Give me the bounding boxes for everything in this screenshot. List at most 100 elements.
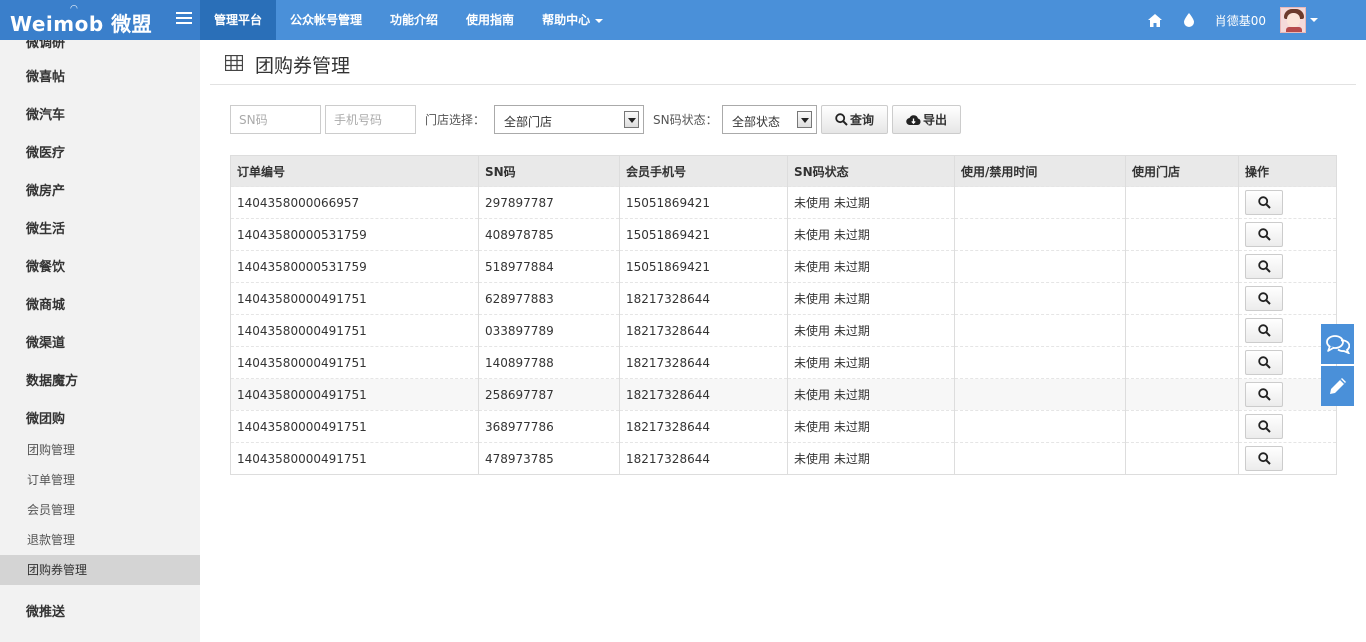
cell-status: 未使用 未过期 xyxy=(787,410,955,443)
query-button-label: 查询 xyxy=(849,113,874,127)
edit-float-button[interactable] xyxy=(1321,366,1354,406)
export-button[interactable]: 导出 xyxy=(892,105,961,134)
cell-sn: 408978785 xyxy=(478,218,620,251)
cell-phone: 18217328644 xyxy=(619,282,788,315)
sidebar-item-realestate[interactable]: 微房产 xyxy=(0,173,200,211)
avatar[interactable] xyxy=(1280,7,1306,33)
cell-store xyxy=(1125,250,1239,283)
col-header-time: 使用/禁用时间 xyxy=(954,155,1126,187)
search-icon xyxy=(1257,388,1271,401)
view-button[interactable] xyxy=(1245,222,1283,247)
cell-time xyxy=(954,218,1126,251)
query-button[interactable]: 查询 xyxy=(821,105,888,134)
sidebar-item-channel[interactable]: 微渠道 xyxy=(0,325,200,363)
cell-action xyxy=(1238,410,1337,443)
chat-icon xyxy=(1325,335,1350,354)
cell-phone: 18217328644 xyxy=(619,378,788,411)
nav-item-help[interactable]: 帮助中心 xyxy=(528,0,617,40)
nav-item-accounts[interactable]: 公众帐号管理 xyxy=(276,0,376,40)
sidebar-item-car[interactable]: 微汽车 xyxy=(0,97,200,135)
nav-item-platform[interactable]: 管理平台 xyxy=(200,0,277,40)
table-row: 14043580000491751 140897788 18217328644 未使用… xyxy=(230,346,1337,379)
sidebar-item-wedding[interactable]: 微喜帖 xyxy=(0,59,200,97)
sidebar-item-push[interactable]: 微推送 xyxy=(0,594,200,632)
cell-time xyxy=(954,378,1126,411)
cell-order: 14043580000491751 xyxy=(230,378,479,411)
drop-icon[interactable] xyxy=(1183,13,1194,27)
top-navbar: Weimob 微盟 ◠ 管理平台 公众帐号管理 功能介绍 使用指南 帮助中心 肖… xyxy=(0,0,1366,40)
search-icon xyxy=(835,113,848,126)
chevron-down-icon[interactable] xyxy=(1310,18,1318,22)
pencil-icon xyxy=(1329,378,1346,394)
cell-action xyxy=(1238,442,1337,475)
cell-order: 14043580000491751 xyxy=(230,314,479,347)
sidebar-item-dining[interactable]: 微餐饮 xyxy=(0,249,200,287)
main-nav: 管理平台 公众帐号管理 功能介绍 使用指南 帮助中心 xyxy=(200,0,617,40)
cell-status: 未使用 未过期 xyxy=(787,346,955,379)
chevron-down-icon xyxy=(624,111,639,128)
search-icon xyxy=(1257,196,1271,209)
col-header-status: SN码状态 xyxy=(787,155,955,187)
cell-order: 14043580000491751 xyxy=(230,442,479,475)
view-button[interactable] xyxy=(1245,446,1283,471)
cell-store xyxy=(1125,346,1239,379)
view-button[interactable] xyxy=(1245,286,1283,311)
sidebar-item-life[interactable]: 微生活 xyxy=(0,211,200,249)
chevron-down-icon xyxy=(797,111,812,128)
cell-action xyxy=(1238,218,1337,251)
coupon-table: 订单编号 SN码 会员手机号 SN码状态 使用/禁用时间 使用门店 操作 140… xyxy=(230,155,1337,475)
username[interactable]: 肖德基00 xyxy=(1215,12,1266,29)
view-button[interactable] xyxy=(1245,318,1283,343)
phone-input[interactable] xyxy=(325,105,416,134)
sidebar-item-mall[interactable]: 微商城 xyxy=(0,287,200,325)
view-button[interactable] xyxy=(1245,190,1283,215)
cell-time xyxy=(954,250,1126,283)
sidebar-item-data[interactable]: 数据魔方 xyxy=(0,363,200,401)
home-icon[interactable] xyxy=(1147,13,1162,27)
nav-item-features[interactable]: 功能介绍 xyxy=(376,0,452,40)
view-button[interactable] xyxy=(1245,254,1283,279)
col-header-action: 操作 xyxy=(1238,155,1337,187)
cell-sn: 518977884 xyxy=(478,250,620,283)
sn-input[interactable] xyxy=(230,105,321,134)
cell-order: 14043580000531759 xyxy=(230,250,479,283)
sidebar-sub-groupbuy[interactable]: 团购管理 xyxy=(0,435,200,465)
chevron-down-icon xyxy=(595,18,604,23)
cell-store xyxy=(1125,410,1239,443)
cell-store xyxy=(1125,186,1239,219)
status-label: SN码状态： xyxy=(653,113,718,127)
sidebar-sub-orders[interactable]: 订单管理 xyxy=(0,465,200,495)
view-button[interactable] xyxy=(1245,414,1283,439)
chat-float-button[interactable] xyxy=(1321,324,1354,364)
cell-store xyxy=(1125,378,1239,411)
cell-order: 1404358000066957 xyxy=(230,186,479,219)
nav-item-help-label: 帮助中心 xyxy=(542,13,591,27)
cell-time xyxy=(954,282,1126,315)
view-button[interactable] xyxy=(1245,382,1283,407)
nav-item-guide[interactable]: 使用指南 xyxy=(452,0,528,40)
cell-time xyxy=(954,314,1126,347)
sidebar-sub-refunds[interactable]: 退款管理 xyxy=(0,525,200,555)
store-select[interactable]: 全部门店 xyxy=(494,105,644,134)
search-icon xyxy=(1257,356,1271,369)
table-icon xyxy=(224,54,244,75)
sidebar-sub-members[interactable]: 会员管理 xyxy=(0,495,200,525)
sidebar-item-cut[interactable]: 微调研 xyxy=(26,40,65,51)
cell-sn: 368977786 xyxy=(478,410,620,443)
brand-area: Weimob 微盟 ◠ xyxy=(0,0,200,40)
status-select[interactable]: 全部状态 xyxy=(722,105,817,134)
sidebar-item-groupbuy[interactable]: 微团购 xyxy=(0,401,200,439)
menu-toggle-icon[interactable] xyxy=(176,12,192,26)
cell-phone: 18217328644 xyxy=(619,410,788,443)
store-select-value: 全部门店 xyxy=(504,115,553,129)
sidebar: 微调研 微喜帖 微汽车 微医疗 微房产 微生活 微餐饮 微商城 微渠道 数据魔方… xyxy=(0,40,200,642)
sidebar-item-medical[interactable]: 微医疗 xyxy=(0,135,200,173)
sidebar-sub-coupons[interactable]: 团购券管理 xyxy=(0,555,200,585)
store-label: 门店选择： xyxy=(425,113,486,127)
cell-time xyxy=(954,410,1126,443)
cell-action xyxy=(1238,282,1337,315)
cell-store xyxy=(1125,442,1239,475)
view-button[interactable] xyxy=(1245,350,1283,375)
brand-logo[interactable]: Weimob 微盟 xyxy=(10,8,152,37)
cell-sn: 140897788 xyxy=(478,346,620,379)
